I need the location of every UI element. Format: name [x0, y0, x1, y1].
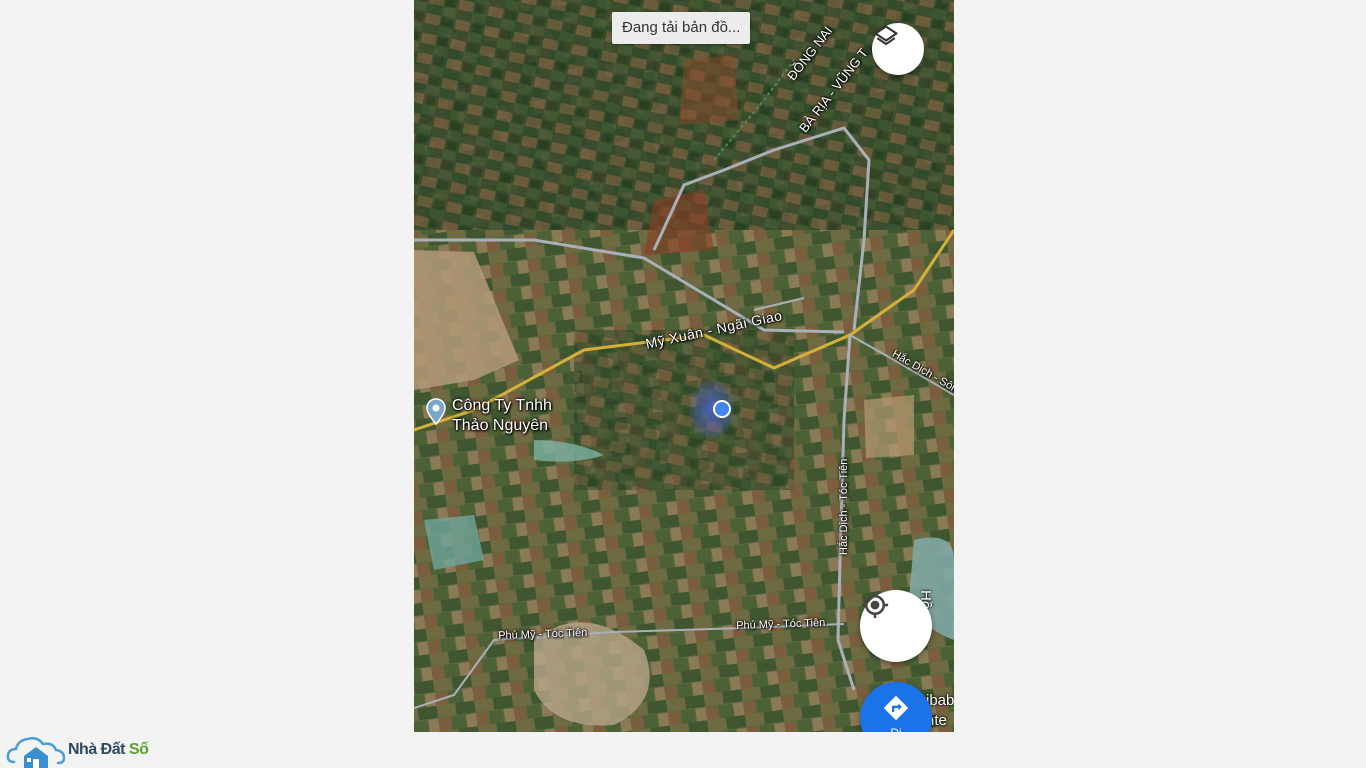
directions-icon	[883, 695, 909, 721]
map-loading-indicator: Đang tải bản đồ...	[612, 12, 751, 44]
place-label-line1: Công Ty Tnhh	[452, 397, 552, 414]
directions-label: Đi	[860, 726, 932, 732]
layers-button[interactable]	[872, 23, 924, 75]
brand-name-part2: Số	[128, 741, 149, 758]
place-label[interactable]: Công Ty Tnhh Thảo Nguyên	[452, 396, 552, 436]
brand-name-part1: Nhà Đất	[68, 741, 129, 758]
satellite-map[interactable]: Đang tải bản đồ... ĐỒNG NAI BÀ RỊA - VŨN…	[414, 0, 954, 732]
my-location-icon	[861, 591, 889, 619]
place-pin-icon	[426, 398, 446, 426]
road-label-hac-dich-toc-tien: Hắc Dịch - Tóc Tiên	[838, 458, 850, 555]
my-location-button[interactable]	[860, 590, 932, 662]
cloud-house-icon	[6, 736, 66, 768]
current-location-dot	[713, 400, 731, 418]
layers-icon	[874, 25, 898, 46]
brand-name: Nhà Đất Số	[68, 741, 149, 759]
place-label-line2: Thảo Nguyên	[452, 417, 549, 434]
brand-logo: Nhà Đất Số	[6, 732, 149, 768]
